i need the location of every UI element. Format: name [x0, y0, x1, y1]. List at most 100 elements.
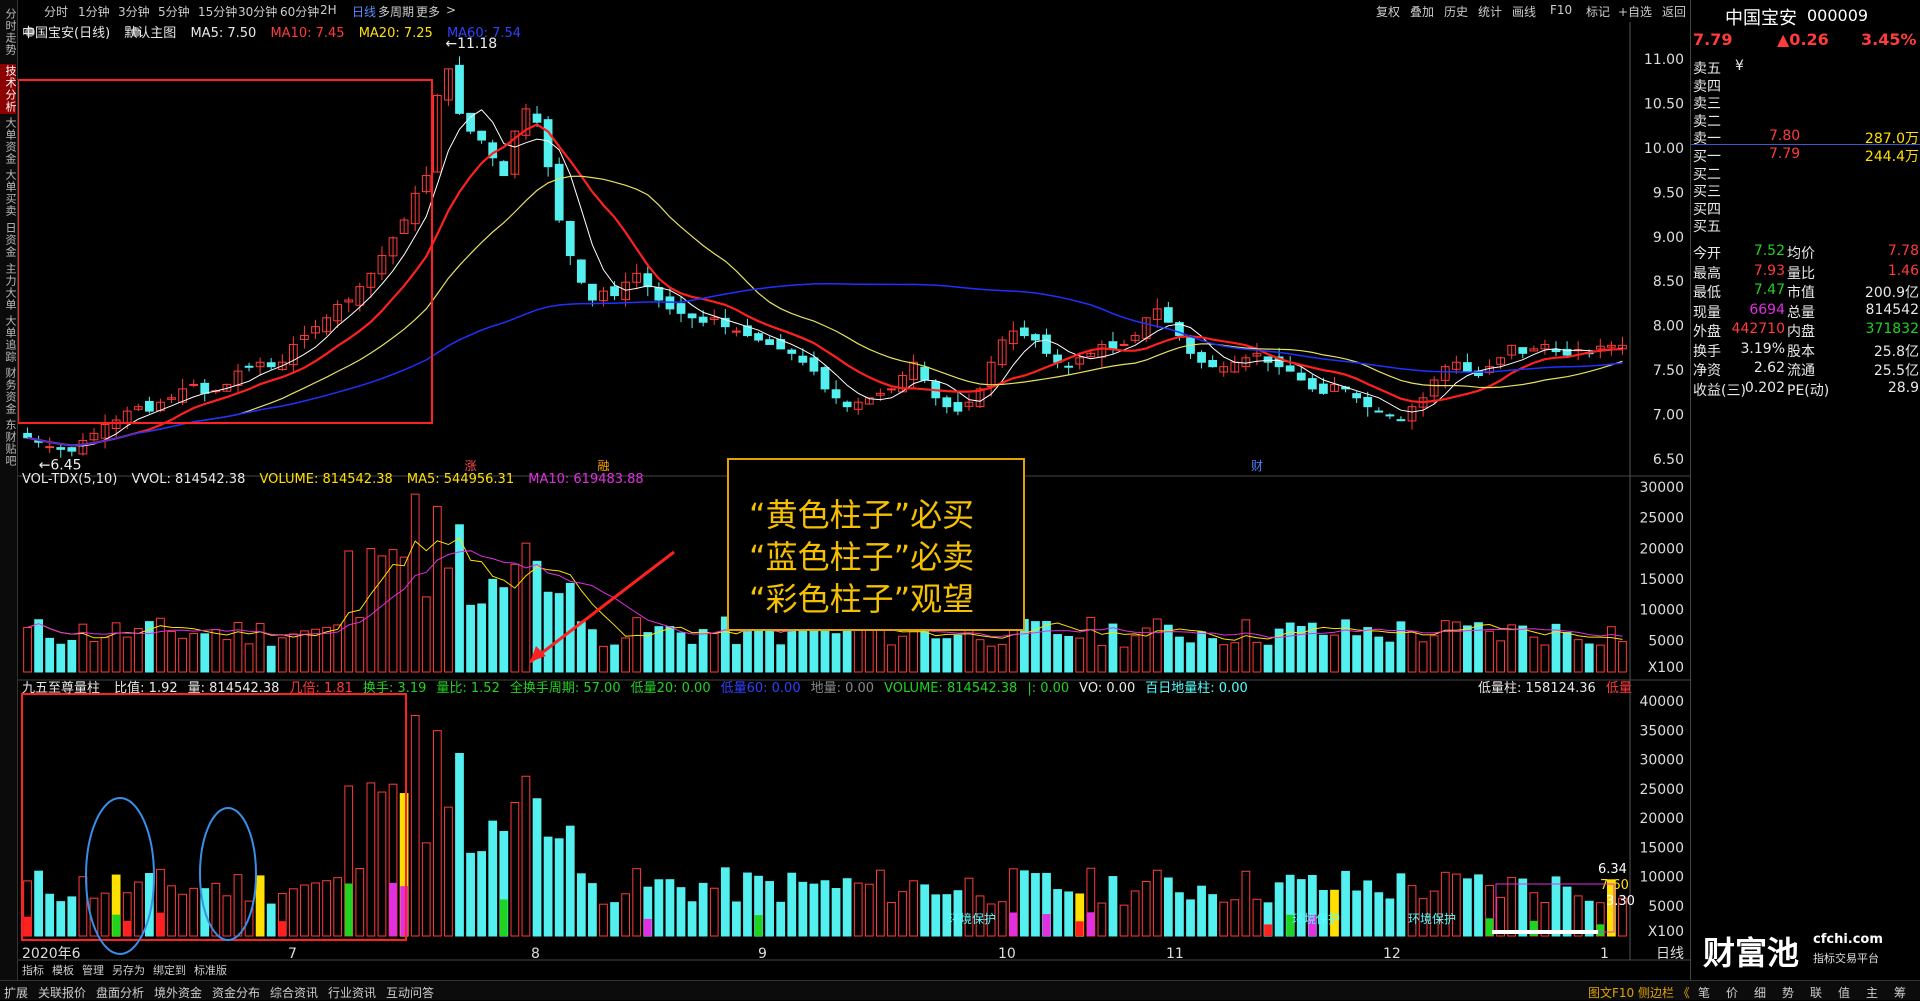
- volume-bar: [809, 629, 819, 673]
- volume-bar: [765, 627, 774, 673]
- volume-bar: [432, 505, 442, 673]
- bottom-tab-7[interactable]: 行业资讯: [328, 984, 376, 1001]
- volume-bar: [1485, 630, 1494, 673]
- volume-bar: [244, 643, 254, 673]
- price-tick: 10.00: [1644, 141, 1684, 157]
- volume-bar: [288, 633, 298, 673]
- indicator-bar: [222, 895, 232, 937]
- indicator-bar: [909, 880, 918, 937]
- ind-tick: 30000: [1639, 753, 1684, 769]
- bottom-bar: 扩展 关联报价 盘面分析 境外资金 资金分布 综合资讯 行业资讯 互动问答 图文F10 侧边栏 …: [0, 980, 1690, 1000]
- volume-bar: [1086, 616, 1096, 673]
- panel-tab-7[interactable]: 主: [1866, 984, 1878, 1001]
- left-tab-7[interactable]: 大单追踪: [0, 314, 17, 364]
- volume-bar: [499, 587, 509, 673]
- volume-bar: [732, 644, 741, 673]
- panel-tab-2[interactable]: 价: [1726, 984, 1738, 1001]
- indicator-bar: [311, 882, 320, 937]
- indicator-bar: [1064, 891, 1074, 937]
- candle-body: [1374, 410, 1384, 413]
- volume-bar: [1197, 631, 1206, 673]
- volume-bar: [543, 591, 553, 673]
- indicator-bar: [1274, 882, 1284, 937]
- price-tick: 8.00: [1653, 319, 1684, 335]
- panel-tab-5[interactable]: 联: [1810, 984, 1822, 1001]
- candle-body: [455, 64, 464, 114]
- book-row: 买三: [1691, 181, 1920, 200]
- volume-bar: [1186, 642, 1195, 673]
- left-tab-2[interactable]: 技术分析: [0, 64, 17, 114]
- template-link-3[interactable]: 管理: [82, 962, 104, 978]
- indicator-bar: [1241, 870, 1251, 937]
- annotation-line-1: “黄色柱子”必买: [749, 496, 975, 534]
- volume-bar: [200, 633, 210, 673]
- candle-body: [1042, 334, 1051, 354]
- panel-tab-1[interactable]: 笔: [1698, 984, 1710, 1001]
- f10-sidebar-toggle[interactable]: 图文F10 侧边栏 《: [1588, 984, 1690, 1001]
- candle-body: [787, 349, 797, 354]
- ind-tick: 35000: [1639, 723, 1684, 739]
- indicator-bar: [842, 878, 852, 937]
- template-link-4[interactable]: 另存为: [112, 962, 145, 978]
- book-price: 7.80: [1769, 128, 1801, 145]
- bottom-tab-2[interactable]: 关联报价: [38, 984, 86, 1001]
- indicator-bar: [864, 883, 874, 937]
- panel-tab-6[interactable]: 值: [1838, 984, 1850, 1001]
- bottom-tab-8[interactable]: 互动问答: [386, 984, 434, 1001]
- candle-body: [1518, 347, 1528, 354]
- volume-bar: [643, 632, 653, 673]
- book-price: 7.79: [1769, 146, 1801, 162]
- stats-row: 今开 7.52 均价 7.78: [1691, 243, 1920, 262]
- candle-body: [842, 401, 852, 408]
- x-axis-label: 11: [1166, 946, 1184, 962]
- indicator-item-13: 百日地量柱: 0.00: [1145, 681, 1248, 696]
- bottom-tab-5[interactable]: 资金分布: [212, 984, 260, 1001]
- indicator-bar: [1341, 870, 1350, 937]
- panel-tab-8[interactable]: 筹: [1894, 984, 1906, 1001]
- bottom-tab-4[interactable]: 境外资金: [154, 984, 202, 1001]
- bottom-tab-1[interactable]: 扩展: [4, 984, 28, 1001]
- volume-bar: [942, 638, 952, 673]
- ma10-label: MA10: 7.45: [270, 26, 345, 41]
- template-link-2[interactable]: 模板: [52, 962, 74, 978]
- colored-bar: [1009, 912, 1018, 936]
- indicator-title: 九五至尊量柱: [22, 681, 101, 696]
- circle-marker: [199, 807, 257, 941]
- bottom-tab-3[interactable]: 盘面分析: [96, 984, 144, 1001]
- volume-bar: [366, 548, 376, 673]
- left-tab-9[interactable]: 东财贴吧: [0, 418, 17, 468]
- quote-panel: 中国宝安 000009 7.79 ▲0.26 3.45% 卖五 ¥ 卖四 卖三 卖二 卖一…: [1690, 0, 1920, 999]
- left-tab-3[interactable]: 大单资金: [0, 116, 17, 166]
- volume-bar: [1396, 621, 1406, 673]
- template-link-1[interactable]: 指标: [22, 962, 44, 978]
- left-tab-4[interactable]: 大单买卖: [0, 168, 17, 218]
- indicator-bar: [1230, 899, 1240, 937]
- candle-body: [144, 400, 154, 412]
- indicator-bar: [178, 893, 187, 937]
- template-link-6[interactable]: 标准版: [194, 962, 227, 978]
- panel-tab-4[interactable]: 势: [1782, 984, 1794, 1001]
- vol-tick: 30000: [1639, 480, 1684, 496]
- candle-body: [23, 432, 32, 439]
- volume-bar: [521, 542, 531, 673]
- indicator-bar: [1463, 878, 1472, 937]
- bottom-tab-6[interactable]: 综合资讯: [270, 984, 318, 1001]
- price-tick: 8.50: [1653, 274, 1684, 290]
- indicator-bar: [599, 903, 608, 937]
- x-axis-unit[interactable]: 日线: [1656, 946, 1684, 962]
- template-link-5[interactable]: 绑定到: [153, 962, 186, 978]
- indicator-bar: [1396, 873, 1406, 937]
- left-tab-5[interactable]: 日资金: [0, 220, 17, 260]
- stock-name: 中国宝安: [1725, 8, 1797, 29]
- quote-title-row: 中国宝安 000009: [1691, 4, 1920, 29]
- template-label[interactable]: 默认主图: [124, 26, 176, 41]
- left-tab-1[interactable]: 分时走势: [0, 2, 17, 62]
- panel-tab-3[interactable]: 细: [1754, 984, 1766, 1001]
- volume-bar: [831, 633, 841, 673]
- volume-bar: [421, 596, 431, 673]
- volume-bar: [853, 628, 863, 673]
- volume-bar: [1618, 641, 1627, 673]
- left-tab-6[interactable]: 主力大单: [0, 262, 17, 312]
- indicator-bar: [56, 901, 66, 937]
- left-tab-8[interactable]: 财务资金: [0, 366, 17, 416]
